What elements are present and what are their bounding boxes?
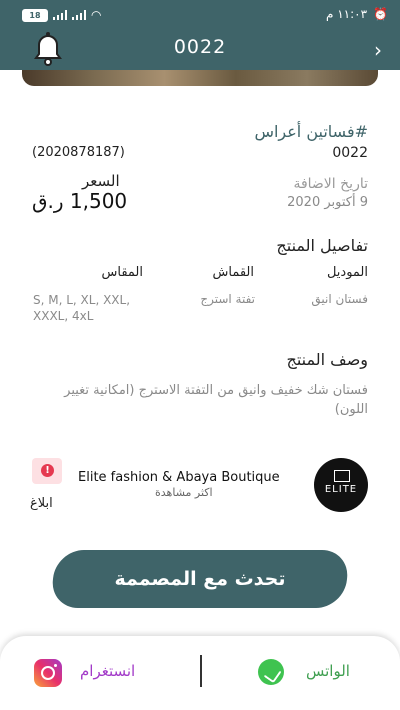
description-text: فستان شك خفيف وانيق من التفتة الاسترج (ا… bbox=[64, 383, 368, 417]
price-label: السعر bbox=[82, 172, 120, 190]
wifi-icon: ◠ bbox=[91, 8, 102, 22]
signal-icon bbox=[53, 10, 67, 20]
instagram-icon[interactable] bbox=[34, 659, 62, 687]
status-time-area: ١١:٠٣ م ⏰ bbox=[326, 7, 388, 21]
status-time: ١١:٠٣ م bbox=[325, 7, 368, 21]
alarm-icon: ⏰ bbox=[373, 7, 388, 21]
divider bbox=[200, 655, 202, 687]
logo-mark-icon bbox=[334, 470, 350, 482]
date-value: 9 أكتوبر 2020 bbox=[287, 195, 368, 210]
size-header: المقاس bbox=[101, 265, 144, 280]
size-value: S, M, L, XL, XXL, XXXL, 4xL bbox=[33, 293, 131, 323]
talk-to-designer-label[interactable]: تحدث مع المصممة bbox=[53, 568, 347, 590]
details-title: تفاصيل المنتج bbox=[276, 236, 368, 255]
whatsapp-icon[interactable] bbox=[258, 659, 284, 685]
report-label[interactable]: ابلاغ bbox=[30, 496, 53, 511]
chevron-right-icon[interactable]: › bbox=[374, 38, 382, 62]
date-label: تاريخ الاضافة bbox=[293, 176, 368, 192]
instagram-label[interactable]: انستغرام bbox=[80, 662, 135, 680]
status-indicators: 18 ◠ bbox=[22, 8, 101, 22]
price-value: 1,500 ر.ق bbox=[32, 189, 128, 213]
logo-text: ELITE bbox=[324, 484, 358, 495]
product-name: #فساتين أعراس bbox=[254, 122, 368, 141]
page-title: 0022 bbox=[173, 36, 227, 58]
store-logo[interactable]: ELITE bbox=[314, 458, 368, 512]
product-code: 0022 bbox=[332, 145, 368, 161]
battery-icon: 18 bbox=[22, 8, 48, 22]
report-icon[interactable]: ! bbox=[32, 458, 62, 484]
store-subtitle: اكثر مشاهدة bbox=[155, 486, 213, 499]
model-value: فستان انيق bbox=[311, 292, 368, 306]
header: 0022 › bbox=[0, 30, 400, 70]
fabric-value: تفتة استرج bbox=[200, 292, 255, 306]
product-sku: (2020878187) bbox=[32, 145, 125, 160]
whatsapp-label[interactable]: الواتس bbox=[306, 662, 350, 680]
model-header: الموديل bbox=[326, 265, 368, 280]
product-photo[interactable] bbox=[22, 70, 378, 86]
fabric-header: القماش bbox=[212, 265, 255, 280]
status-bar: 18 ◠ ١١:٠٣ م ⏰ bbox=[0, 0, 400, 30]
store-name[interactable]: Elite fashion & Abaya Boutique bbox=[78, 470, 280, 485]
signal-icon-2 bbox=[72, 10, 86, 20]
exclamation-icon: ! bbox=[41, 464, 54, 477]
description-title: وصف المنتج bbox=[286, 350, 368, 369]
